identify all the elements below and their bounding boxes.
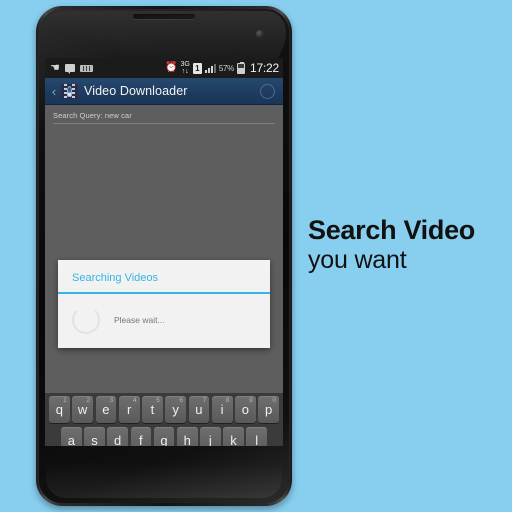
key-e-sup: 3 (109, 397, 114, 404)
on-screen-keyboard[interactable]: 1q 2w 3e 4r 5t 6y 7u 8i 9o 0p a s d f g (45, 393, 283, 446)
search-query-row: Search Query: new car (45, 105, 283, 124)
dialog-header: Searching Videos (58, 260, 270, 292)
main-content-area: Search Query: new car Searching Videos P… (45, 105, 283, 393)
key-w-sup: 2 (86, 397, 90, 404)
key-p-sup: 0 (272, 397, 276, 404)
key-y-sup: 6 (179, 397, 183, 404)
status-bar: ☚ ⏰ 3G ↑↓ 1 57% 17:22 (45, 58, 283, 78)
battery-icon (236, 61, 245, 74)
keyboard-icon (79, 64, 93, 72)
key-f[interactable]: f (130, 426, 152, 446)
network-type-icon: 3G ↑↓ (181, 61, 190, 75)
searching-dialog[interactable]: Searching Videos Please wait... (58, 260, 270, 348)
search-query-label: Search Query: new car (53, 111, 132, 120)
key-l[interactable]: l (246, 426, 268, 446)
key-u[interactable]: 7u (188, 396, 210, 423)
key-w[interactable]: 2w (72, 396, 93, 423)
tagline: Search Video you want (308, 216, 508, 275)
key-g[interactable]: g (153, 426, 175, 446)
key-i[interactable]: 8i (211, 396, 233, 423)
key-q[interactable]: 1q (49, 396, 70, 423)
key-u-sup: 7 (202, 397, 207, 404)
front-camera-icon (256, 30, 264, 38)
tagline-line1: Search Video (308, 215, 475, 245)
key-y[interactable]: 6y (165, 396, 186, 423)
key-o-label: o (241, 402, 249, 417)
key-t-sup: 5 (156, 397, 160, 404)
keyboard-row-2: a s d f g h j k l (47, 426, 281, 446)
app-title-label: Video Downloader (84, 84, 188, 98)
network-label: 3G (180, 61, 190, 68)
key-y-label: y (172, 402, 179, 417)
loading-spinner-icon (72, 305, 100, 334)
keyboard-row-1: 1q 2w 3e 4r 5t 6y 7u 8i 9o 0p (47, 396, 281, 423)
sim-indicator: 1 (192, 62, 202, 74)
key-e-label: e (102, 402, 110, 417)
key-k[interactable]: k (223, 426, 244, 446)
key-e[interactable]: 3e (95, 396, 117, 423)
battery-percent-label: 57% (218, 63, 234, 73)
key-q-sup: 1 (63, 397, 67, 404)
video-app-icon (61, 83, 78, 99)
alarm-icon: ⏰ (165, 62, 178, 73)
key-i-label: i (220, 402, 224, 417)
key-i-sup: 8 (225, 397, 230, 404)
status-bar-right-icons: ⏰ 3G ↑↓ 1 57% 17:22 (165, 61, 279, 75)
key-j[interactable]: j (200, 426, 221, 446)
key-o-sup: 9 (249, 397, 253, 404)
key-r[interactable]: 4r (118, 396, 140, 423)
circular-progress-icon (260, 83, 275, 99)
promo-screenshot: ☚ ⏰ 3G ↑↓ 1 57% 17:22 ‹ Video Downloader… (0, 0, 512, 512)
network-sub: ↑↓ (181, 68, 189, 75)
phone-screen: ☚ ⏰ 3G ↑↓ 1 57% 17:22 ‹ Video Downloader… (45, 58, 283, 446)
search-query-underline (53, 123, 275, 124)
key-q-label: q (55, 402, 63, 417)
key-a[interactable]: a (60, 426, 82, 446)
dialog-message: Please wait... (114, 314, 165, 325)
signal-bars-icon (204, 63, 216, 73)
key-r-sup: 4 (132, 397, 137, 404)
dialog-title: Searching Videos (72, 272, 159, 284)
message-icon (64, 64, 75, 74)
key-w-label: w (77, 402, 88, 417)
back-chevron-icon[interactable]: ‹ (49, 85, 59, 98)
key-t-label: t (150, 402, 155, 417)
key-h[interactable]: h (176, 426, 198, 446)
key-d[interactable]: d (107, 426, 128, 446)
clock-label: 17:22 (249, 61, 279, 75)
status-bar-left-icons: ☚ (50, 61, 93, 74)
key-p[interactable]: 0p (258, 396, 279, 423)
usb-icon: ☚ (50, 61, 60, 74)
key-r-label: r (126, 402, 132, 417)
earpiece-speaker (133, 14, 195, 19)
tagline-line2: you want (308, 246, 407, 275)
key-o[interactable]: 9o (235, 396, 256, 423)
phone-device-frame: ☚ ⏰ 3G ↑↓ 1 57% 17:22 ‹ Video Downloader… (36, 6, 292, 506)
key-p-label: p (265, 402, 273, 417)
key-s[interactable]: s (84, 426, 105, 446)
key-t[interactable]: 5t (142, 396, 163, 423)
key-u-label: u (195, 402, 203, 417)
app-title-bar: ‹ Video Downloader (45, 78, 283, 105)
dialog-body: Please wait... (58, 294, 270, 348)
